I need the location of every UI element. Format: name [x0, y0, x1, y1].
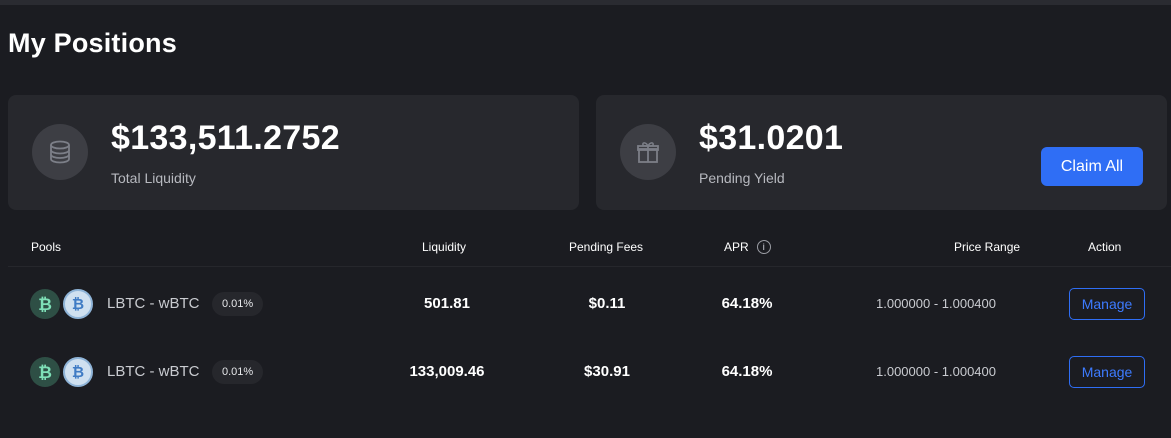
fee-tier-badge: 0.01%	[212, 360, 264, 384]
svg-text:₿: ₿	[72, 363, 84, 381]
price-range-cell: 1.000000 - 1.000400	[876, 364, 996, 379]
positions-table-header: Pools Liquidity Pending Fees APR i Price…	[0, 240, 1171, 256]
pending-fees-cell: $0.11	[588, 295, 626, 312]
header-action: Action	[1088, 240, 1122, 254]
manage-button[interactable]: Manage	[1069, 288, 1145, 320]
database-icon	[32, 124, 88, 180]
fee-tier-badge: 0.01%	[212, 292, 264, 316]
pool-pair-name: LBTC - wBTC	[107, 363, 200, 380]
svg-text:₿: ₿	[72, 295, 84, 313]
wbtc-coin-icon: ₿	[63, 357, 93, 387]
total-liquidity-card: $133,511.2752 Total Liquidity	[8, 95, 579, 210]
pool-pair-name: LBTC - wBTC	[107, 295, 200, 312]
wbtc-coin-icon: ₿	[63, 289, 93, 319]
total-liquidity-value: $133,511.2752	[111, 119, 340, 157]
liquidity-cell: 133,009.46	[409, 363, 485, 380]
header-pending-fees: Pending Fees	[569, 240, 644, 254]
info-icon[interactable]: i	[756, 240, 771, 254]
header-pools: Pools	[31, 240, 62, 254]
svg-text:₿: ₿	[38, 295, 52, 314]
pending-yield-label: Pending Yield	[699, 170, 785, 186]
claim-all-button[interactable]: Claim All	[1041, 147, 1143, 186]
header-liquidity: Liquidity	[422, 240, 467, 254]
lbtc-coin-icon: ₿	[30, 289, 60, 319]
header-apr-label: APR	[724, 240, 749, 254]
gift-icon	[620, 124, 676, 180]
table-row: ₿ ₿ LBTC - wBTC 0.01% 133,009.46 $30.91 …	[0, 347, 1171, 397]
liquidity-cell: 501.81	[424, 295, 470, 312]
pending-yield-card: $31.0201 Pending Yield Claim All	[596, 95, 1167, 210]
apr-cell: 64.18%	[721, 295, 773, 312]
top-strip	[0, 0, 1171, 5]
pending-fees-cell: $30.91	[584, 363, 630, 380]
pending-yield-value: $31.0201	[699, 119, 844, 157]
svg-text:₿: ₿	[38, 363, 52, 382]
price-range-cell: 1.000000 - 1.000400	[876, 296, 996, 311]
header-price-range: Price Range	[954, 240, 1021, 254]
table-row: ₿ ₿ LBTC - wBTC 0.01% 501.81 $0.11 64.18…	[0, 279, 1171, 329]
header-apr: APR i	[724, 240, 771, 254]
apr-cell: 64.18%	[721, 363, 773, 380]
total-liquidity-label: Total Liquidity	[111, 170, 196, 186]
lbtc-coin-icon: ₿	[30, 357, 60, 387]
page-title: My Positions	[8, 28, 177, 58]
manage-button[interactable]: Manage	[1069, 356, 1145, 388]
header-divider	[8, 266, 1171, 267]
